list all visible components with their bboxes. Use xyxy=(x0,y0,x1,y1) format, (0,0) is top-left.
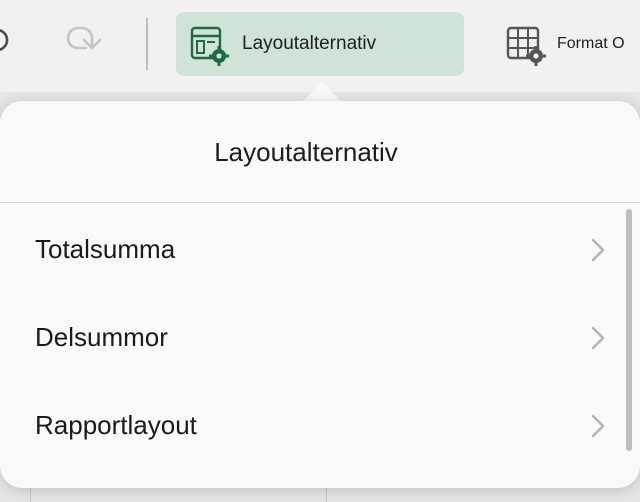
menu-item-label: Totalsumma xyxy=(35,234,176,264)
chevron-right-icon xyxy=(591,238,605,262)
layout-options-popover: Layoutalternativ Totalsumma Delsummor Ra… xyxy=(0,101,640,488)
format-button[interactable]: Format O xyxy=(500,12,640,76)
popover-scrollbar[interactable] xyxy=(626,209,632,451)
layout-options-icon xyxy=(190,26,229,66)
menu-item-totalsumma[interactable]: Totalsumma xyxy=(0,205,622,291)
format-table-icon xyxy=(506,26,546,66)
redo-icon[interactable] xyxy=(62,24,106,64)
chevron-right-icon xyxy=(591,326,605,350)
menu-item-rapportlayout[interactable]: Rapportlayout xyxy=(0,381,622,467)
format-label: Format O xyxy=(557,35,625,52)
title-separator xyxy=(0,202,640,203)
chevron-right-icon xyxy=(591,414,605,438)
undo-icon[interactable] xyxy=(0,26,18,62)
menu-item-label: Rapportlayout xyxy=(35,410,197,440)
menu-item-delsummor[interactable]: Delsummor xyxy=(0,293,622,379)
toolbar-divider xyxy=(146,18,148,70)
menu-item-label: Delsummor xyxy=(35,322,168,352)
layout-options-button[interactable]: Layoutalternativ xyxy=(176,12,464,76)
popover-caret xyxy=(302,82,342,102)
layout-options-label: Layoutalternativ xyxy=(242,33,377,54)
ribbon-toolbar: Layoutalternativ Format O xyxy=(0,0,640,92)
popover-title: Layoutalternativ xyxy=(214,137,398,167)
